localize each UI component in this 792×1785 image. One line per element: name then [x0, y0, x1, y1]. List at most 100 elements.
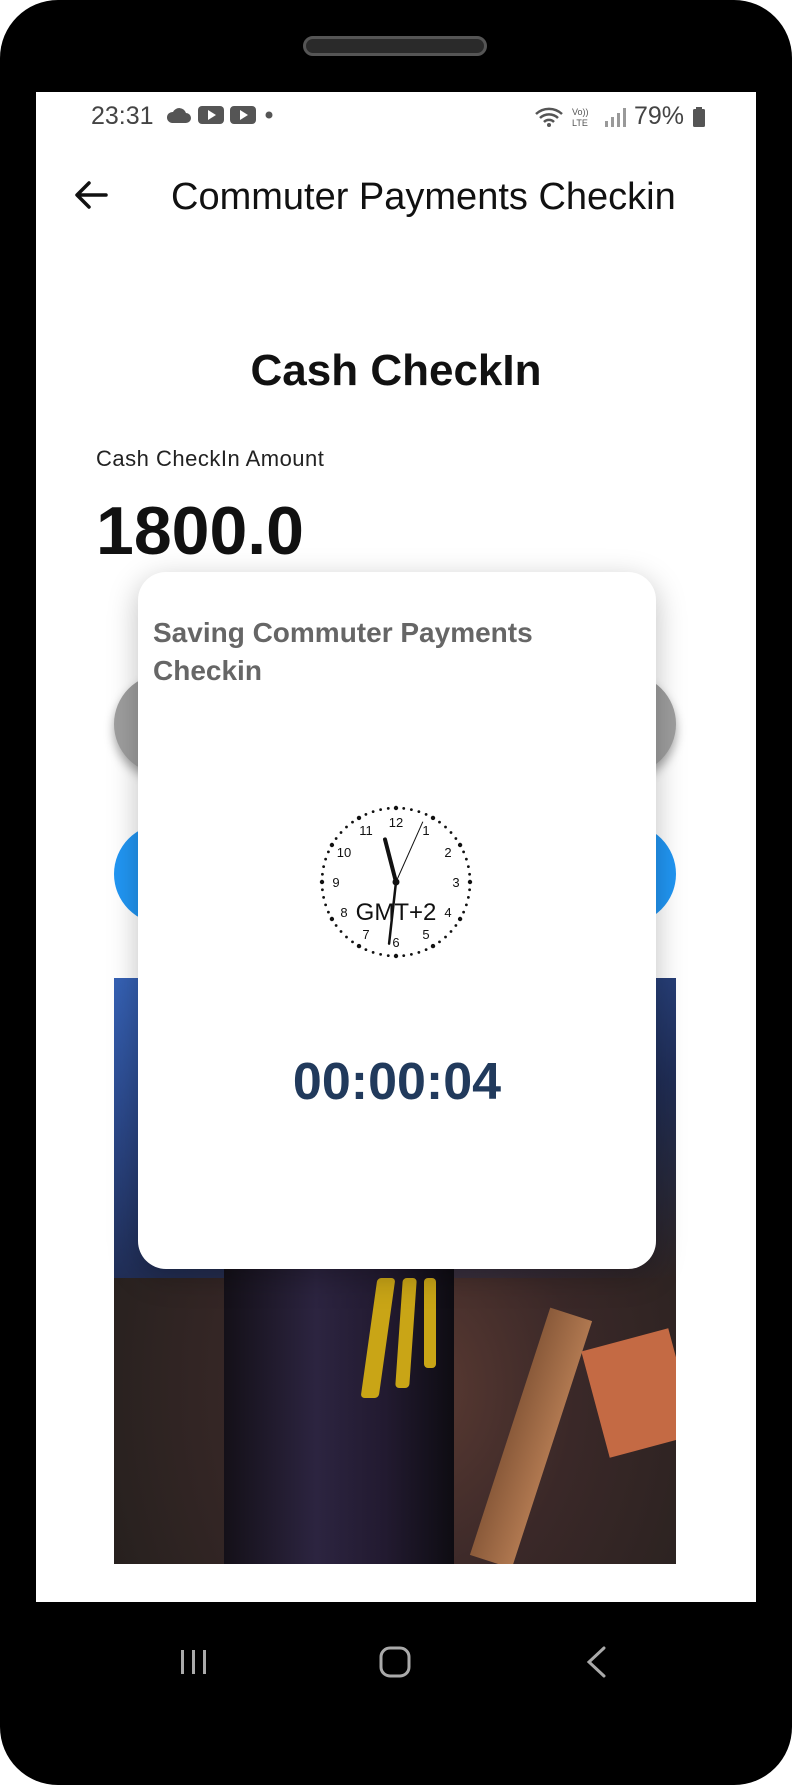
youtube-icon [198, 106, 224, 124]
system-nav-bar [0, 1602, 792, 1722]
clock-number: 9 [332, 875, 339, 890]
home-button[interactable] [365, 1632, 425, 1692]
clock-tick [326, 910, 330, 914]
clock-tick [457, 916, 463, 922]
clock-tick [339, 831, 343, 834]
clock-tick [430, 815, 436, 821]
clock-tick [319, 879, 325, 885]
clock-tick [393, 953, 399, 959]
screen: 23:31 Vo)) LTE 79% Commuter Payments Chec… [36, 92, 756, 1602]
clock-tick [457, 842, 463, 848]
clock-tick [379, 952, 383, 956]
amount-label: Cash CheckIn Amount [96, 446, 325, 471]
status-bar: 23:31 Vo)) LTE 79% [36, 92, 756, 146]
clock-tick [444, 935, 447, 939]
clock-tick [444, 825, 447, 829]
clock-tick [334, 924, 338, 927]
clock-tick [371, 810, 375, 814]
signal-icon [604, 107, 626, 127]
saving-dialog: Saving Commuter Payments Checkin 12 1 2 3 4 5… [138, 572, 656, 1269]
clock-center [392, 878, 400, 886]
notification-icons [166, 106, 276, 124]
clock-tick [334, 837, 338, 840]
clock-tick [345, 935, 348, 939]
clock-tick [424, 812, 428, 816]
clock-tick [449, 831, 453, 834]
clock-tick [322, 865, 326, 869]
clock-tick [356, 815, 362, 821]
clock-tick [329, 916, 335, 922]
clock-tick [449, 930, 453, 933]
clock-tick [464, 903, 468, 907]
clock-number: 1 [422, 823, 429, 838]
clock-tick [402, 807, 406, 810]
amount-value: 1800.0 [96, 493, 304, 569]
clock-tick [324, 857, 328, 861]
clock-tick [462, 910, 466, 914]
back-button[interactable] [66, 170, 116, 220]
clock-tick [402, 954, 406, 957]
cloud-icon [166, 108, 191, 123]
recents-icon [181, 1650, 206, 1674]
home-icon [379, 1646, 411, 1678]
arrow-left-icon [75, 181, 108, 209]
phone-frame: 23:31 Vo)) LTE 79% Commuter Payments Chec… [0, 0, 792, 1785]
clock-tick [364, 812, 368, 816]
clock-timezone: GMT+2 [356, 899, 437, 926]
app-bar: Commuter Payments Checkin [36, 146, 756, 256]
clock-number: 6 [392, 935, 399, 950]
clock-tick [351, 940, 354, 944]
svg-text:LTE: LTE [572, 118, 588, 128]
clock-tick [351, 820, 354, 824]
clock-tick [454, 837, 458, 840]
clock-tick [329, 842, 335, 848]
clock-tick [430, 943, 436, 949]
elapsed-timer: 00:00:04 [292, 1053, 502, 1111]
clock-tick [466, 895, 470, 899]
clock-tick [379, 808, 383, 812]
clock-number: 2 [444, 845, 451, 860]
page-title: Commuter Payments Checkin [171, 176, 676, 218]
clock-tick [468, 872, 471, 876]
clock-tick [417, 950, 421, 954]
clock-hour-hand [382, 837, 398, 884]
youtube-icon-2 [230, 106, 256, 124]
battery-percent: 79% [633, 102, 684, 130]
clock-tick [326, 850, 330, 854]
clock-tick [466, 865, 470, 869]
analog-clock: 121234567891011GMT+2 [319, 805, 473, 959]
clock-tick [462, 850, 466, 854]
recents-button[interactable] [164, 1632, 224, 1692]
nav-back-button[interactable] [566, 1632, 626, 1692]
clock-tick [417, 810, 421, 814]
clock-number: 10 [337, 845, 351, 860]
back-chevron-icon [586, 1646, 606, 1678]
clock-tick [345, 825, 348, 829]
clock-second-hand [395, 821, 424, 883]
clock-tick [324, 903, 328, 907]
clock-number: 5 [422, 927, 429, 942]
clock-tick [409, 808, 413, 812]
battery-icon [693, 106, 705, 127]
clock-number: 8 [340, 905, 347, 920]
clock-tick [438, 940, 441, 944]
svg-text:Vo)): Vo)) [572, 107, 589, 117]
clock-number: 7 [362, 927, 369, 942]
dialog-title: Saving Commuter Payments Checkin [153, 617, 533, 686]
section-heading: Cash CheckIn [250, 346, 542, 395]
clock-tick [386, 807, 390, 810]
clock-tick [356, 943, 362, 949]
clock-number: 11 [359, 823, 373, 838]
clock-tick [438, 820, 441, 824]
dot-icon [265, 111, 273, 119]
wifi-icon [535, 107, 563, 127]
clock-tick [464, 857, 468, 861]
clock-tick [371, 950, 375, 954]
speaker-grille [303, 36, 487, 56]
clock-tick [424, 948, 428, 952]
clock-tick [339, 930, 343, 933]
clock-tick [468, 888, 471, 892]
clock-tick [321, 872, 324, 876]
status-right: Vo)) LTE 79% [534, 102, 706, 131]
clock-tick [454, 924, 458, 927]
